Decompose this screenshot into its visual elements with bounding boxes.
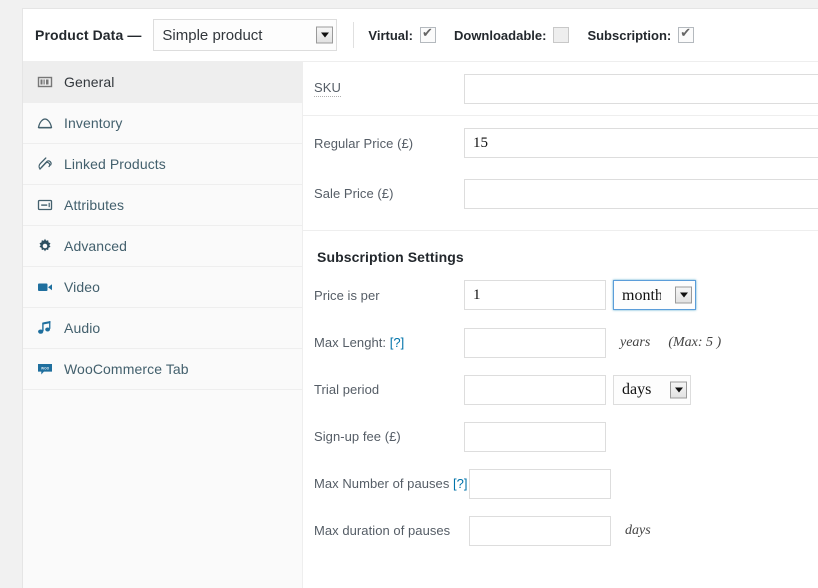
max-duration-pauses-unit: days — [625, 522, 651, 538]
max-length-label: Max Lenght: — [314, 335, 387, 350]
sale-price-row: Sale Price (£) — [303, 170, 818, 217]
max-length-label-slot: Max Lenght: [?] — [314, 335, 464, 350]
max-duration-pauses-label: Max duration of pauses — [314, 523, 451, 538]
sidebar-item-audio[interactable]: Audio — [23, 308, 302, 349]
sidebar-item-advanced[interactable]: Advanced — [23, 226, 302, 267]
max-length-max-note: (Max: 5 ) — [668, 334, 722, 350]
price-is-per-row: Price is per months — [303, 271, 818, 319]
max-length-input[interactable] — [464, 327, 606, 358]
max-pauses-input[interactable] — [469, 468, 611, 499]
link-icon — [37, 156, 53, 172]
sidebar-item-label: Inventory — [64, 115, 123, 131]
sidebar-item-woocommerce-tab[interactable]: woo WooCommerce Tab — [23, 349, 302, 390]
product-data-tabs: General Inventory Linked Products Attrib… — [23, 62, 303, 588]
header-divider — [353, 22, 355, 48]
trial-period-label: Trial period — [314, 382, 380, 397]
max-length-help-icon[interactable]: [?] — [390, 335, 404, 350]
trial-period-label-slot: Trial period — [314, 382, 464, 397]
virtual-label: Virtual: — [368, 27, 413, 43]
music-note-icon — [37, 320, 53, 336]
sidebar-item-label: WooCommerce Tab — [64, 361, 189, 377]
sidebar-item-video[interactable]: Video — [23, 267, 302, 308]
sale-price-label: Sale Price (£) — [314, 186, 394, 201]
video-camera-icon — [37, 279, 53, 295]
product-type-select[interactable]: Simple product — [153, 19, 338, 51]
inventory-icon — [37, 115, 53, 131]
sale-price-label-slot: Sale Price (£) — [314, 186, 464, 201]
max-pauses-label-slot: Max Number of pauses [?] — [314, 476, 469, 491]
sidebar-item-general[interactable]: General — [23, 62, 302, 103]
trial-period-input[interactable] — [464, 374, 606, 405]
subscription-label: Subscription: — [587, 27, 672, 43]
price-is-per-input[interactable] — [464, 280, 606, 310]
sale-price-input[interactable] — [464, 178, 818, 209]
page-title: Product Data — — [35, 27, 142, 43]
sidebar-item-label: Attributes — [64, 197, 125, 213]
price-is-per-label: Price is per — [314, 287, 380, 303]
attributes-icon — [37, 197, 53, 213]
max-duration-pauses-label-slot: Max duration of pauses — [314, 523, 469, 538]
regular-price-input[interactable] — [464, 128, 818, 158]
sidebar-item-linked-products[interactable]: Linked Products — [23, 144, 302, 185]
virtual-checkbox-group[interactable]: Virtual: — [368, 25, 436, 43]
sku-row: SKU — [303, 62, 818, 115]
sku-label: SKU — [314, 80, 341, 97]
signup-fee-label: Sign-up fee (£) — [314, 429, 401, 444]
sidebar-item-label: Video — [64, 279, 101, 295]
max-pauses-help-icon[interactable]: [?] — [453, 476, 467, 491]
sidebar-item-attributes[interactable]: Attributes — [23, 185, 302, 226]
signup-fee-label-slot: Sign-up fee (£) — [314, 429, 464, 444]
sidebar-item-inventory[interactable]: Inventory — [23, 103, 302, 144]
sidebar-item-label: General — [64, 74, 115, 90]
max-length-unit: years — [620, 334, 651, 350]
sidebar-item-label: Audio — [64, 320, 101, 336]
price-is-per-label-slot: Price is per — [314, 288, 464, 303]
product-data-header: Product Data — Simple product Virtual: D… — [23, 9, 818, 62]
price-period-select-wrapper[interactable]: months — [613, 280, 696, 310]
general-icon — [37, 74, 53, 90]
gear-icon — [37, 238, 53, 254]
downloadable-checkbox-group[interactable]: Downloadable: — [453, 27, 570, 43]
downloadable-label: Downloadable: — [453, 27, 547, 43]
regular-price-label: Regular Price (£) — [314, 135, 414, 151]
general-tab-panel: SKU Regular Price (£) Sale Price (£) — [303, 62, 818, 588]
product-data-body: General Inventory Linked Products Attrib… — [23, 62, 818, 588]
regular-price-label-slot: Regular Price (£) — [314, 136, 464, 151]
signup-fee-input[interactable] — [464, 421, 606, 452]
product-type-select-wrapper[interactable]: Simple product — [153, 19, 338, 51]
max-duration-pauses-input[interactable] — [469, 515, 611, 546]
trial-period-row: Trial period days — [303, 366, 818, 413]
svg-text:woo: woo — [41, 366, 50, 371]
sidebar-item-label: Linked Products — [64, 156, 166, 172]
product-data-panel: Product Data — Simple product Virtual: D… — [22, 8, 818, 588]
regular-price-row: Regular Price (£) — [303, 116, 818, 170]
virtual-checkbox[interactable] — [419, 25, 436, 43]
woocommerce-icon: woo — [37, 361, 53, 377]
max-pauses-row: Max Number of pauses [?] — [303, 460, 818, 507]
signup-fee-row: Sign-up fee (£) — [303, 413, 818, 460]
sku-label-slot: SKU — [314, 80, 464, 97]
max-duration-pauses-row: Max duration of pauses days — [303, 507, 818, 554]
sidebar-item-label: Advanced — [64, 238, 128, 254]
max-pauses-label: Max Number of pauses — [314, 476, 450, 491]
max-length-row: Max Lenght: [?] years (Max: 5 ) — [303, 319, 818, 366]
downloadable-checkbox[interactable] — [553, 27, 570, 43]
subscription-checkbox-group[interactable]: Subscription: — [587, 25, 695, 43]
trial-period-select[interactable]: days — [613, 374, 691, 405]
trial-period-select-wrapper[interactable]: days — [613, 374, 691, 405]
subscription-settings-heading: Subscription Settings — [317, 249, 464, 265]
subscription-checkbox[interactable] — [678, 25, 695, 43]
price-period-select[interactable]: months — [613, 280, 696, 310]
sku-input[interactable] — [464, 73, 818, 104]
